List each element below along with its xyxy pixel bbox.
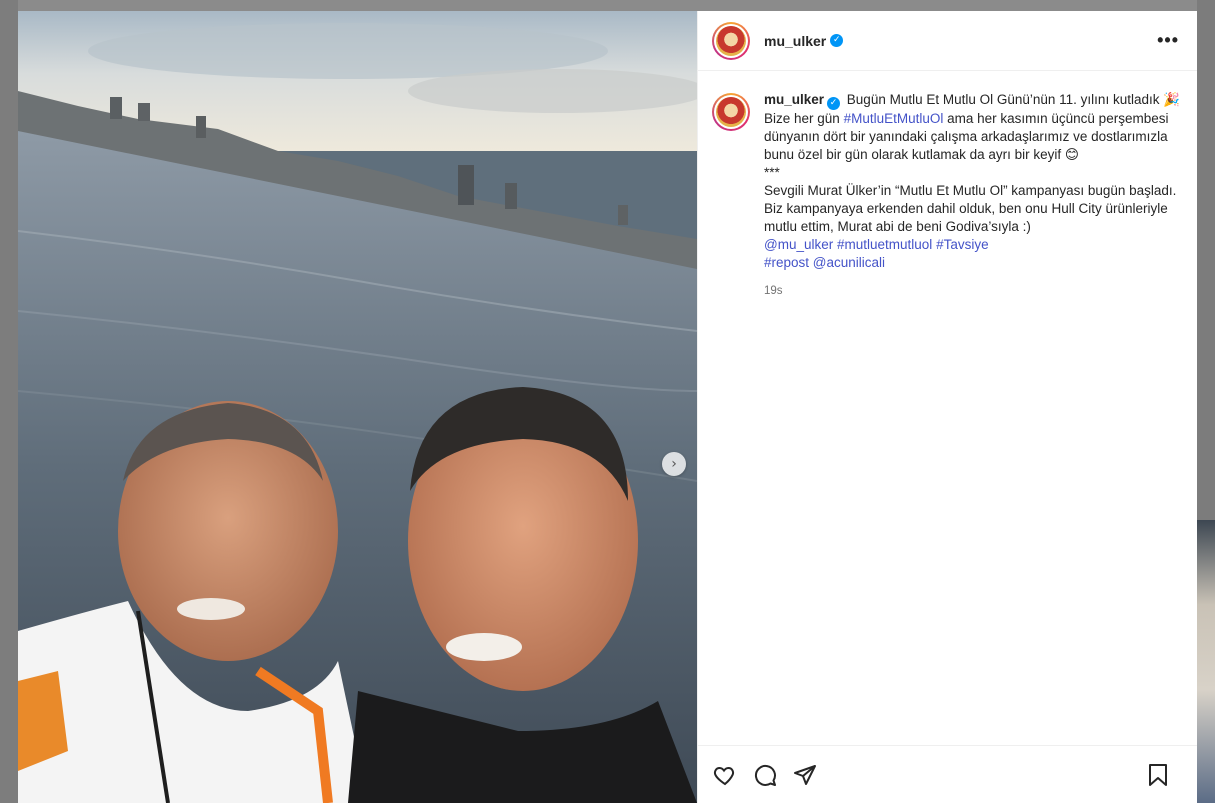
author-info: mu_ulker ✓: [764, 33, 844, 49]
hashtag-link[interactable]: #repost: [764, 255, 809, 270]
backdrop-top: [0, 0, 1215, 11]
post-photo[interactable]: ›: [18, 11, 697, 803]
hashtag-link[interactable]: #mutluetmutluol: [837, 237, 932, 252]
chevron-right-icon: ›: [671, 456, 677, 472]
caption-text: mu_ulker ✓ Bugün Mutlu Et Mutlu Ol Günü’n…: [764, 91, 1183, 300]
save-button[interactable]: [1145, 762, 1171, 788]
next-image-button[interactable]: ›: [662, 452, 686, 476]
backdrop-right[interactable]: [1197, 0, 1215, 803]
post-modal: › mu_ulker ✓ ••• mu_ulker ✓ Bugün Mutlu E…: [18, 11, 1197, 803]
author-username[interactable]: mu_ulker: [764, 33, 826, 49]
caption-line: Bize her gün: [764, 111, 844, 126]
comment-button[interactable]: [752, 762, 778, 788]
action-bar: [698, 745, 1197, 803]
caption-line: Bugün Mutlu Et Mutlu Ol Günü’nün 11. yıl…: [846, 92, 1160, 107]
comments-area: mu_ulker ✓ Bugün Mutlu Et Mutlu Ol Günü’n…: [698, 71, 1197, 745]
verified-badge-icon: ✓: [830, 34, 844, 47]
smile-emoji: 😊: [1064, 147, 1079, 163]
avatar-image: [716, 97, 746, 127]
avatar-image: [716, 25, 746, 56]
share-button[interactable]: [792, 762, 818, 788]
caption-separator: ***: [764, 165, 780, 180]
more-horizontal-icon[interactable]: •••: [1157, 31, 1179, 49]
hashtag-link[interactable]: #MutluEtMutluOl: [844, 111, 944, 126]
heart-icon: [713, 766, 735, 785]
party-emoji: 🎉: [1163, 92, 1181, 108]
share-icon: [794, 764, 816, 785]
post-timestamp[interactable]: 19s: [764, 282, 1183, 300]
post-header: mu_ulker ✓ •••: [698, 11, 1197, 71]
next-post-peek[interactable]: [1197, 520, 1215, 803]
mention-link[interactable]: @acunilicali: [813, 255, 885, 270]
caption: mu_ulker ✓ Bugün Mutlu Et Mutlu Ol Günü’n…: [712, 91, 1183, 300]
hashtag-link[interactable]: #Tavsiye: [936, 237, 989, 252]
photo-illustration: [18, 11, 697, 803]
caption-paragraph: Sevgili Murat Ülker’in “Mutlu Et Mutlu O…: [764, 183, 1177, 234]
backdrop-left[interactable]: [0, 0, 18, 803]
caption-author-avatar[interactable]: [712, 93, 750, 131]
comment-icon: [754, 764, 776, 786]
bookmark-icon: [1149, 764, 1167, 786]
like-button[interactable]: [712, 762, 738, 788]
author-avatar[interactable]: [712, 21, 750, 60]
caption-username[interactable]: mu_ulker: [764, 92, 824, 107]
post-side-panel: mu_ulker ✓ ••• mu_ulker ✓ Bugün Mutlu Et …: [697, 11, 1197, 803]
mention-link[interactable]: @mu_ulker: [764, 237, 833, 252]
verified-badge-icon: ✓: [827, 97, 841, 110]
